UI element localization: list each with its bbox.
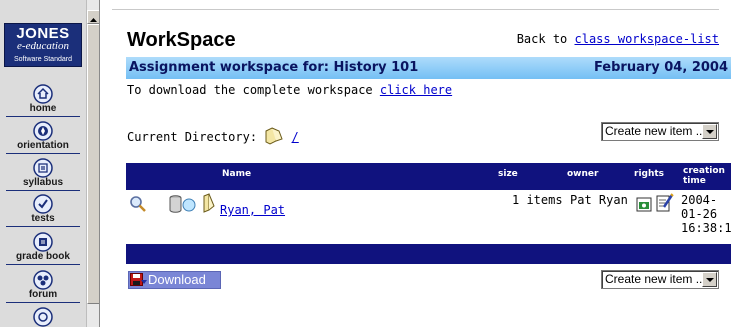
sidebar-item-label: home bbox=[6, 104, 80, 117]
scroll-up-button[interactable] bbox=[87, 10, 99, 24]
sidebar-item-tests[interactable]: tests bbox=[0, 194, 86, 227]
col-creation-time: creation time bbox=[683, 166, 725, 186]
sidebar-item-home[interactable]: home bbox=[0, 84, 86, 117]
create-new-item-select-bottom[interactable]: Create new item ... bbox=[601, 270, 719, 289]
sidebar-item-label: tests bbox=[6, 214, 80, 227]
sidebar-item-grade-book[interactable]: grade book bbox=[0, 232, 86, 265]
class-workspace-list-link[interactable]: class workspace-list bbox=[575, 32, 720, 46]
row-creation-time-line1: 2004- bbox=[681, 193, 718, 207]
scroll-thumb[interactable] bbox=[87, 24, 99, 304]
col-rights: rights bbox=[634, 169, 665, 179]
row-creation-time-line2: 01-26 bbox=[681, 207, 718, 221]
magnifier-icon[interactable] bbox=[129, 195, 147, 213]
open-folder-icon bbox=[265, 127, 283, 145]
orientation-icon bbox=[33, 121, 53, 141]
divider bbox=[112, 9, 719, 10]
assignment-date: February 04, 2004 bbox=[593, 60, 728, 75]
table-row: Ryan, Pat 1 items Pat Ryan 2004- 01-26 1… bbox=[126, 190, 731, 244]
sidebar-item-forum[interactable]: forum bbox=[0, 270, 86, 303]
chevron-down-icon bbox=[702, 124, 717, 139]
jones-e-education-logo[interactable]: JONES e-education Software Standard bbox=[4, 23, 82, 67]
syllabus-icon bbox=[33, 158, 53, 178]
view-rights-icon[interactable] bbox=[636, 196, 653, 213]
folder-icon bbox=[203, 193, 215, 213]
create-select-value: Create new item ... bbox=[605, 272, 706, 286]
home-icon bbox=[33, 84, 53, 104]
click-here-link[interactable]: click here bbox=[380, 83, 452, 97]
database-icon bbox=[169, 195, 182, 213]
sidebar-item-label: grade book bbox=[6, 252, 80, 265]
row-size: 1 items bbox=[512, 193, 563, 207]
col-name: Name bbox=[222, 169, 252, 179]
table-footer-band bbox=[126, 244, 731, 264]
row-creation-time-line3: 16:38:10 bbox=[681, 221, 731, 235]
edit-rights-icon[interactable] bbox=[656, 193, 674, 213]
download-text: To download the complete workspace bbox=[127, 83, 380, 97]
assignment-bar: Assignment workspace for: History 101 Fe… bbox=[126, 57, 731, 79]
assignment-label: Assignment workspace for: History 101 bbox=[129, 60, 419, 75]
sidebar-scrollbar[interactable] bbox=[86, 0, 99, 327]
download-workspace-line: To download the complete workspace click… bbox=[127, 83, 452, 97]
page-title: WorkSpace bbox=[127, 29, 236, 51]
workspace-main: WorkSpace Back to class workspace-list A… bbox=[112, 0, 731, 327]
create-select-value: Create new item ... bbox=[605, 124, 706, 138]
row-owner: Pat Ryan bbox=[570, 193, 628, 207]
col-owner: owner bbox=[567, 169, 599, 179]
back-link-line: Back to class workspace-list bbox=[517, 32, 719, 46]
disk-icon bbox=[182, 198, 196, 212]
current-directory-label: Current Directory: bbox=[127, 130, 258, 144]
sidebar-item-syllabus[interactable]: syllabus bbox=[0, 158, 86, 191]
sidebar-item-label: forum bbox=[6, 290, 80, 303]
sidebar-item-more[interactable] bbox=[0, 307, 86, 327]
chevron-down-icon bbox=[702, 272, 717, 287]
more-nav-icon bbox=[33, 307, 53, 327]
file-table-header: Name size owner rights creation time bbox=[126, 163, 731, 190]
sidebar-nav: JONES e-education Software Standard home… bbox=[0, 0, 100, 327]
forum-icon bbox=[33, 270, 53, 290]
logo-line-2: e-education bbox=[17, 40, 69, 52]
sidebar-item-orientation[interactable]: orientation bbox=[0, 121, 86, 154]
download-button-label: Download bbox=[148, 272, 206, 287]
logo-line-3: Software Standard bbox=[14, 56, 72, 63]
download-icon bbox=[130, 273, 147, 286]
row-name-link[interactable]: Ryan, Pat bbox=[220, 203, 285, 217]
directory-path-link[interactable]: / bbox=[292, 130, 299, 144]
create-new-item-select-top[interactable]: Create new item ... bbox=[601, 122, 719, 141]
sidebar-item-label: orientation bbox=[6, 141, 80, 154]
sidebar-item-label: syllabus bbox=[6, 178, 80, 191]
logo-line-1: JONES bbox=[16, 25, 70, 42]
back-prefix: Back to bbox=[516, 32, 575, 46]
current-directory: Current Directory: / bbox=[127, 127, 299, 145]
grade-book-icon bbox=[33, 232, 53, 252]
tests-icon bbox=[33, 194, 53, 214]
col-size: size bbox=[498, 169, 518, 179]
download-button[interactable]: Download bbox=[128, 271, 221, 289]
